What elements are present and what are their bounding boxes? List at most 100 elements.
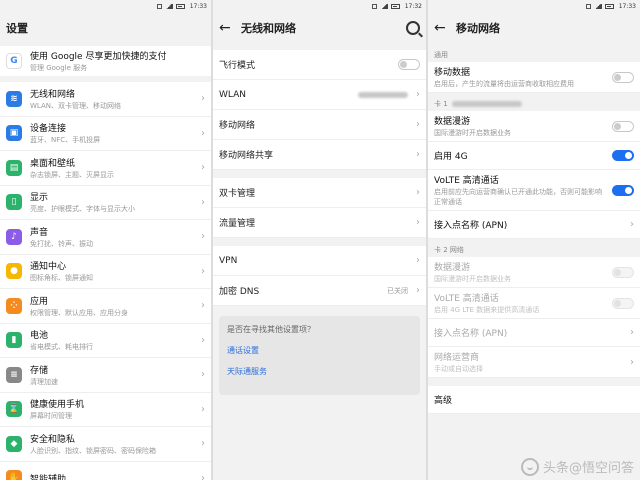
wlan-row[interactable]: WLAN ›: [213, 80, 426, 110]
row-label: VPN: [219, 255, 238, 266]
item-title: 桌面和壁纸: [30, 158, 76, 169]
row-label: 加密 DNS: [219, 287, 260, 297]
row-title: 启用 4G: [434, 152, 468, 162]
row-label: 流量管理: [219, 219, 256, 229]
vpn-row[interactable]: VPN ›: [213, 246, 426, 276]
status-time: 17:33: [189, 2, 207, 10]
wireless-panel: 17:32 ← 无线和网络 飞行模式 WLAN › 移动网络 › 移动网络共享 …: [213, 0, 426, 480]
sim2-row: VoLTE 高清通话 启用 4G LTE 数据来提供高清通话: [428, 288, 640, 319]
item-subtitle: 图标角标、锁屏通知: [30, 274, 93, 283]
status-time: 17:32: [404, 2, 422, 10]
settings-titlebar: 设置: [0, 12, 211, 44]
status-bar: 17:33: [0, 0, 211, 12]
settings-item[interactable]: ▯ 显示 亮度、护眼模式、字体与显示大小 ›: [0, 185, 211, 220]
item-subtitle: 亮度、护眼模式、字体与显示大小: [30, 205, 135, 214]
shield-icon: ◆: [6, 435, 22, 452]
sim1-row[interactable]: VoLTE 高清通话 启用前应先向运营商确认已开通此功能，否则可能影响正常通话: [428, 170, 640, 211]
airplane-mode-row[interactable]: 飞行模式: [213, 50, 426, 80]
chevron-right-icon: ›: [630, 356, 634, 368]
chevron-right-icon: ›: [201, 334, 205, 346]
toggle-switch[interactable]: [612, 150, 634, 161]
settings-panel: 17:33 设置 G 使用 Google 尽享更加快捷的支付 管理 Google…: [0, 0, 211, 480]
assist-icon: ✋: [6, 470, 22, 480]
signal-icon: [593, 3, 602, 9]
wifi-icon: ≋: [6, 90, 22, 107]
status-bar: 17:33: [428, 0, 640, 12]
call-settings-link[interactable]: 通话设置: [227, 345, 412, 356]
mobile-network-panel: 17:33 ← 移动网络 通用 移动数据 启用后，产生的流量将由运营商收取相应费…: [428, 0, 640, 480]
chevron-right-icon: ›: [201, 369, 205, 381]
row-label: WLAN: [219, 89, 247, 100]
search-icon[interactable]: [406, 21, 420, 35]
settings-item[interactable]: ▮ 电池 省电模式、耗电排行 ›: [0, 323, 211, 358]
row-title: 移动数据: [434, 68, 471, 78]
chevron-right-icon: ›: [201, 196, 205, 208]
sim1-row[interactable]: 接入点名称 (APN) ›: [428, 211, 640, 239]
item-title: 安全和隐私: [30, 434, 76, 445]
blurred-network-name: [358, 91, 408, 98]
advanced-row[interactable]: 高级: [428, 386, 640, 414]
row-title: VoLTE 高清通话: [434, 176, 499, 186]
section-sim2: 卡 2 网络: [434, 246, 464, 254]
battery-status-icon: [390, 3, 400, 9]
mobile-data-toggle[interactable]: [612, 71, 634, 83]
data-usage-row[interactable]: 流量管理 ›: [213, 208, 426, 238]
notification-icon: ●: [6, 263, 22, 280]
row-subtitle: 启用后，产生的流量将由运营商收取相应费用: [434, 80, 574, 88]
item-subtitle: 杂志锁屏、主题、灭屏显示: [30, 170, 114, 179]
page-title: 设置: [6, 22, 28, 35]
google-pay-card[interactable]: G 使用 Google 尽享更加快捷的支付 管理 Google 服务: [0, 46, 211, 76]
private-dns-row[interactable]: 加密 DNS 已关闭 ›: [213, 276, 426, 306]
section-general: 通用: [434, 51, 448, 59]
item-subtitle: 省电模式、耗电排行: [30, 343, 93, 352]
row-title: 高级: [434, 396, 453, 406]
chevron-right-icon: ›: [201, 403, 205, 415]
settings-item[interactable]: ● 通知中心 图标角标、锁屏通知 ›: [0, 254, 211, 289]
airplane-mode-toggle[interactable]: [398, 59, 420, 70]
suggestions-question: 是否在寻找其他设置项？: [227, 325, 315, 334]
chevron-right-icon: ›: [201, 231, 205, 243]
mobile-network-row[interactable]: 移动网络 ›: [213, 110, 426, 140]
toggle-switch[interactable]: [612, 120, 634, 132]
tethering-row[interactable]: 移动网络共享 ›: [213, 140, 426, 170]
item-subtitle: 清理加速: [30, 377, 58, 386]
chevron-right-icon: ›: [201, 438, 205, 450]
status-time: 17:33: [618, 2, 636, 10]
item-subtitle: 权限管理、默认应用、应用分身: [30, 308, 128, 317]
item-title: 设备连接: [30, 124, 67, 135]
settings-item[interactable]: ≡ 存储 清理加速 ›: [0, 358, 211, 393]
back-arrow-icon[interactable]: ←: [219, 20, 241, 36]
back-arrow-icon[interactable]: ←: [434, 20, 456, 36]
settings-item[interactable]: ♪ 声音 免打扰、铃声、振动 ›: [0, 220, 211, 255]
settings-item[interactable]: ⁘ 应用 权限管理、默认应用、应用分身 ›: [0, 289, 211, 324]
private-dns-value: 已关闭: [387, 286, 408, 295]
row-title: 网络运营商: [434, 353, 480, 363]
apps-icon: ⁘: [6, 297, 22, 314]
skytone-link[interactable]: 天际通服务: [227, 366, 412, 377]
item-title: 存储: [30, 365, 49, 376]
sim2-row[interactable]: 网络运营商 手动或自动选择 ›: [428, 347, 640, 378]
settings-item[interactable]: ≋ 无线和网络 WLAN、双卡管理、移动网络 ›: [0, 82, 211, 117]
mobile-data-row[interactable]: 移动数据 启用后，产生的流量将由运营商收取相应费用: [428, 62, 640, 93]
signal-icon: [164, 3, 173, 9]
settings-item[interactable]: ▤ 桌面和壁纸 杂志锁屏、主题、灭屏显示 ›: [0, 151, 211, 186]
dual-sim-row[interactable]: 双卡管理 ›: [213, 178, 426, 208]
toggle-switch[interactable]: [612, 184, 634, 196]
wallpaper-icon: ▤: [6, 159, 22, 176]
chevron-right-icon: ›: [630, 327, 634, 338]
settings-item[interactable]: ⌛ 健康使用手机 屏幕时间管理 ›: [0, 392, 211, 427]
settings-item[interactable]: ✋ 智能辅助 ›: [0, 461, 211, 480]
chevron-right-icon: ›: [416, 187, 420, 198]
battery-icon: ▮: [6, 332, 22, 349]
sim2-row: 数据漫游 国际漫游时开启数据业务: [428, 257, 640, 288]
chevron-right-icon: ›: [630, 219, 634, 230]
settings-item[interactable]: ◆ 安全和隐私 人脸识别、指纹、锁屏密码、密码保险箱 ›: [0, 427, 211, 462]
sim1-row[interactable]: 启用 4G: [428, 142, 640, 170]
chevron-right-icon: ›: [416, 119, 420, 130]
row-label: 移动网络: [219, 121, 256, 131]
chevron-right-icon: ›: [416, 89, 420, 100]
sim2-row[interactable]: 接入点名称 (APN) ›: [428, 319, 640, 347]
settings-item[interactable]: ▣ 设备连接 蓝牙、NFC、手机投屏 ›: [0, 116, 211, 151]
row-label: 移动网络共享: [219, 151, 274, 161]
sim1-row[interactable]: 数据漫游 国际漫游时开启数据业务: [428, 111, 640, 142]
